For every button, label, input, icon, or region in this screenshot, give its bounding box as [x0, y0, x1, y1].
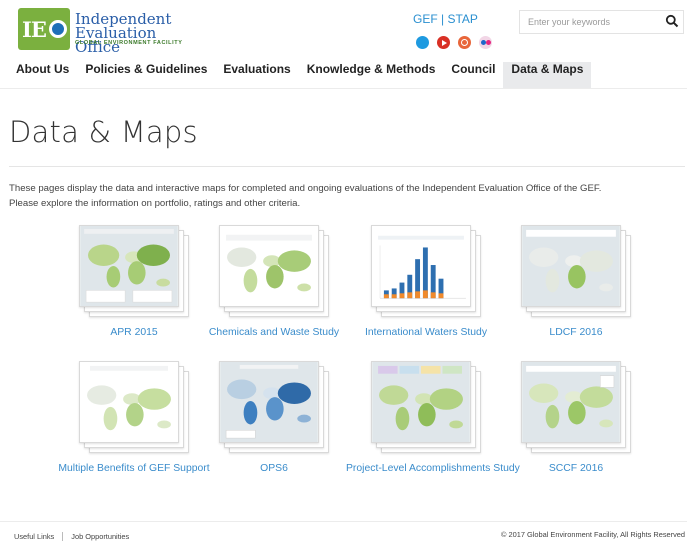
intro-line-2: Please explore the information on portfo… [9, 198, 301, 209]
gallery-label-sccf-2016[interactable]: SCCF 2016 [496, 463, 656, 474]
social-links [416, 36, 492, 49]
nav-council[interactable]: Council [443, 62, 503, 88]
nav-policies-guidelines[interactable]: Policies & Guidelines [77, 62, 215, 88]
page-title: Data & Maps [9, 115, 198, 149]
world-map-thumbnail [522, 362, 620, 442]
gef-stap-link[interactable]: GEF | STAP [413, 12, 478, 26]
logo-subtitle: GLOBAL ENVIRONMENT FACILITY [75, 40, 183, 46]
twitter-icon[interactable] [416, 36, 429, 49]
site-logo[interactable]: IE Independent Evaluation Office GLOBAL … [18, 8, 193, 55]
nav-knowledge-methods[interactable]: Knowledge & Methods [299, 62, 444, 88]
footer-links: Useful Links Job Opportunities [14, 532, 129, 541]
thumbnail-international-waters[interactable] [371, 225, 481, 317]
thumb-preview [521, 225, 621, 307]
thumbnail-ldcf-2016[interactable] [521, 225, 631, 317]
gallery-item-apr-2015[interactable]: APR 2015 [54, 225, 214, 338]
world-map-thumbnail [372, 362, 470, 442]
nav-evaluations[interactable]: Evaluations [215, 62, 298, 88]
nav-about-us[interactable]: About Us [8, 62, 77, 88]
search-input[interactable] [520, 11, 660, 33]
gallery-item-multiple-benefits[interactable]: Multiple Benefits of GEF Support [54, 361, 214, 474]
nav-divider [0, 88, 687, 89]
logo-name: Independent Evaluation Office [75, 12, 193, 55]
footer-link-job-opportunities[interactable]: Job Opportunities [71, 532, 129, 541]
logo-badge-text: IE [22, 17, 47, 42]
thumb-preview [79, 225, 179, 307]
gallery-label-apr-2015[interactable]: APR 2015 [54, 327, 214, 338]
gallery-item-ops6[interactable]: OPS6 [194, 361, 354, 474]
thumbnail-project-level[interactable] [371, 361, 481, 453]
world-map-thumbnail [522, 226, 620, 306]
gallery-label-ops6[interactable]: OPS6 [194, 463, 354, 474]
logo-badge-dot [49, 20, 67, 38]
search-icon[interactable] [665, 14, 679, 28]
world-map-thumbnail [80, 362, 178, 442]
world-map-thumbnail [220, 226, 318, 306]
gallery-label-multiple-benefits[interactable]: Multiple Benefits of GEF Support [54, 463, 214, 474]
bar-chart-thumbnail [372, 226, 470, 306]
logo-badge: IE [18, 8, 70, 50]
thumb-preview [371, 225, 471, 307]
thumb-preview [219, 361, 319, 443]
gallery-item-project-level[interactable]: Project-Level Accomplishments Study [346, 361, 520, 474]
footer-separator [62, 532, 64, 541]
thumb-preview [371, 361, 471, 443]
title-divider [9, 166, 685, 167]
main-nav: About Us Policies & Guidelines Evaluatio… [8, 62, 592, 88]
thumb-preview [521, 361, 621, 443]
footer-link-useful-links[interactable]: Useful Links [14, 532, 54, 541]
gallery-item-sccf-2016[interactable]: SCCF 2016 [496, 361, 656, 474]
flickr-icon[interactable] [479, 36, 492, 49]
gallery-label-project-level[interactable]: Project-Level Accomplishments Study [346, 463, 520, 474]
world-map-thumbnail [220, 362, 318, 442]
world-map-thumbnail [80, 226, 178, 306]
thumb-preview [79, 361, 179, 443]
intro-text: These pages display the data and interac… [9, 181, 679, 211]
nav-data-maps[interactable]: Data & Maps [503, 62, 592, 88]
gallery-item-ldcf-2016[interactable]: LDCF 2016 [496, 225, 656, 338]
gallery-label-ldcf-2016[interactable]: LDCF 2016 [496, 327, 656, 338]
thumbnail-sccf-2016[interactable] [521, 361, 631, 453]
footer-divider [0, 521, 687, 522]
copyright-text: © 2017 Global Environment Facility, All … [501, 530, 685, 539]
gallery-item-chemicals-waste[interactable]: Chemicals and Waste Study [194, 225, 354, 338]
intro-line-1: These pages display the data and interac… [9, 183, 602, 194]
gallery-label-chemicals-waste[interactable]: Chemicals and Waste Study [194, 327, 354, 338]
thumbnail-chemicals-waste[interactable] [219, 225, 329, 317]
thumbnail-ops6[interactable] [219, 361, 329, 453]
search-box [519, 10, 684, 34]
thumbnail-apr-2015[interactable] [79, 225, 189, 317]
youtube-icon[interactable] [437, 36, 450, 49]
thumbnail-multiple-benefits[interactable] [79, 361, 189, 453]
gallery-label-international-waters[interactable]: International Waters Study [346, 327, 506, 338]
thumb-preview [219, 225, 319, 307]
gallery-item-international-waters[interactable]: International Waters Study [346, 225, 506, 338]
instagram-icon[interactable] [458, 36, 471, 49]
